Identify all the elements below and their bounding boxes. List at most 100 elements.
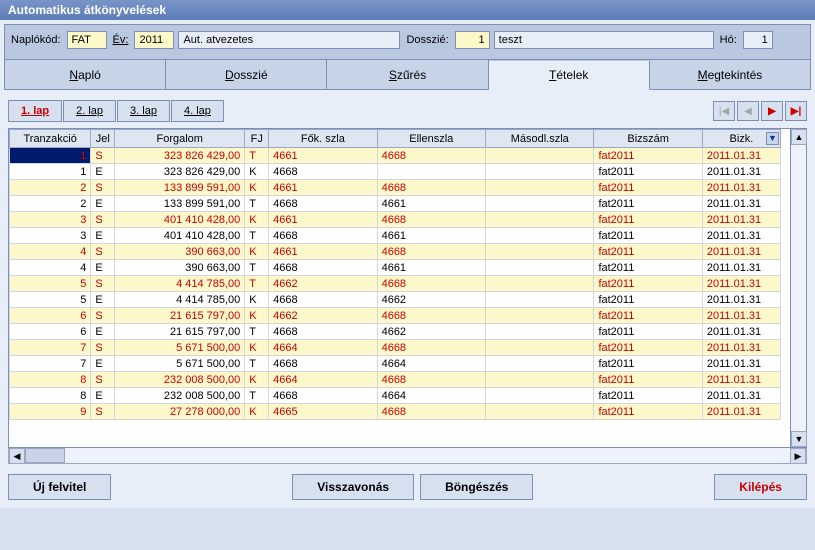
cell[interactable]: 2011.01.31	[702, 324, 780, 340]
scroll-up-button[interactable]: ▲	[791, 129, 807, 145]
col-header-3[interactable]: FJ	[245, 130, 269, 148]
col-header-2[interactable]: Forgalom	[115, 130, 245, 148]
cell[interactable]: 6	[10, 308, 91, 324]
table-row[interactable]: 2S133 899 591,00K46614668fat20112011.01.…	[10, 180, 781, 196]
cell[interactable]: 6	[10, 324, 91, 340]
cell[interactable]: 4661	[269, 180, 377, 196]
cell[interactable]	[486, 260, 594, 276]
tab-szűrés[interactable]: Szűrés	[327, 60, 488, 89]
col-header-8[interactable]: Bizk.▼	[702, 130, 780, 148]
cell[interactable]: 2011.01.31	[702, 388, 780, 404]
cell[interactable]: fat2011	[594, 308, 702, 324]
cell[interactable]: 4668	[269, 292, 377, 308]
cell[interactable]: 2011.01.31	[702, 196, 780, 212]
cell[interactable]: 4661	[377, 228, 485, 244]
cell[interactable]: fat2011	[594, 340, 702, 356]
cell[interactable]: S	[91, 308, 115, 324]
table-row[interactable]: 1S323 826 429,00T46614668fat20112011.01.…	[10, 148, 781, 164]
cell[interactable]	[486, 212, 594, 228]
cell[interactable]: fat2011	[594, 276, 702, 292]
cell[interactable]: 4661	[269, 244, 377, 260]
col-header-7[interactable]: Bizszám	[594, 130, 702, 148]
cell[interactable]: fat2011	[594, 228, 702, 244]
cell[interactable]: 133 899 591,00	[115, 196, 245, 212]
cell[interactable]: 3	[10, 228, 91, 244]
cell[interactable]: 4664	[269, 372, 377, 388]
hscroll-thumb[interactable]	[25, 448, 65, 463]
cell[interactable]: 4661	[269, 212, 377, 228]
cell[interactable]: fat2011	[594, 404, 702, 420]
cell[interactable]: 4664	[377, 356, 485, 372]
filter-drop-icon[interactable]: ▼	[766, 132, 779, 145]
cell[interactable]: S	[91, 212, 115, 228]
cell[interactable]: 323 826 429,00	[115, 148, 245, 164]
tab-tételek[interactable]: Tételek	[489, 61, 650, 90]
cell[interactable]: 4 414 785,00	[115, 292, 245, 308]
table-row[interactable]: 4E390 663,00T46684661fat20112011.01.31	[10, 260, 781, 276]
cell[interactable]: 2011.01.31	[702, 404, 780, 420]
cell[interactable]	[377, 164, 485, 180]
cell[interactable]	[486, 196, 594, 212]
cell[interactable]: fat2011	[594, 372, 702, 388]
cell[interactable]: fat2011	[594, 244, 702, 260]
cell[interactable]	[486, 404, 594, 420]
cell[interactable]: 7	[10, 340, 91, 356]
cell[interactable]: 21 615 797,00	[115, 324, 245, 340]
cell[interactable]: 4662	[377, 324, 485, 340]
cell[interactable]: E	[91, 292, 115, 308]
table-row[interactable]: 3S401 410 428,00K46614668fat20112011.01.…	[10, 212, 781, 228]
cell[interactable]: 2011.01.31	[702, 164, 780, 180]
data-grid[interactable]: TranzakcióJelForgalomFJFők. szlaEllenszl…	[9, 129, 781, 420]
nav-last-button[interactable]: ▶|	[785, 101, 807, 121]
horizontal-scrollbar[interactable]: ◀ ▶	[8, 448, 807, 464]
cell[interactable]: 4662	[269, 308, 377, 324]
cell[interactable]	[486, 308, 594, 324]
cell[interactable]: 401 410 428,00	[115, 228, 245, 244]
hscroll-track[interactable]	[25, 448, 790, 463]
tab-megtekintés[interactable]: Megtekintés	[650, 60, 810, 89]
cell[interactable]: E	[91, 324, 115, 340]
tab-napló[interactable]: Napló	[5, 60, 166, 89]
subtab-1[interactable]: 1. lap	[8, 100, 62, 122]
cell[interactable]: E	[91, 356, 115, 372]
cell[interactable]: 4668	[377, 148, 485, 164]
cell[interactable]: fat2011	[594, 180, 702, 196]
cell[interactable]: K	[245, 292, 269, 308]
bongeszes-button[interactable]: Böngészés	[420, 474, 533, 500]
cell[interactable]: 1	[10, 164, 91, 180]
cell[interactable]: 5	[10, 276, 91, 292]
cell[interactable]: E	[91, 388, 115, 404]
cell[interactable]: K	[245, 372, 269, 388]
table-row[interactable]: 2E133 899 591,00T46684661fat20112011.01.…	[10, 196, 781, 212]
cell[interactable]: 4661	[377, 196, 485, 212]
cell[interactable]: 4661	[377, 260, 485, 276]
subtab-2[interactable]: 2. lap	[63, 100, 116, 122]
table-row[interactable]: 7E5 671 500,00T46684664fat20112011.01.31	[10, 356, 781, 372]
cell[interactable]: 4664	[269, 340, 377, 356]
cell[interactable]	[486, 148, 594, 164]
cell[interactable]: 2011.01.31	[702, 340, 780, 356]
cell[interactable]: 2	[10, 180, 91, 196]
nav-first-button[interactable]: |◀	[713, 101, 735, 121]
cell[interactable]: E	[91, 196, 115, 212]
table-row[interactable]: 9S27 278 000,00K46654668fat20112011.01.3…	[10, 404, 781, 420]
cell[interactable]: 2011.01.31	[702, 372, 780, 388]
cell[interactable]: S	[91, 340, 115, 356]
cell[interactable]: 4668	[269, 324, 377, 340]
cell[interactable]: 323 826 429,00	[115, 164, 245, 180]
cell[interactable]: S	[91, 372, 115, 388]
cell[interactable]: E	[91, 228, 115, 244]
cell[interactable]: 4668	[269, 164, 377, 180]
cell[interactable]: 4668	[269, 228, 377, 244]
cell[interactable]: K	[245, 340, 269, 356]
cell[interactable]: 4668	[269, 388, 377, 404]
col-header-6[interactable]: Másodl.szla	[486, 130, 594, 148]
cell[interactable]: fat2011	[594, 324, 702, 340]
cell[interactable]: 21 615 797,00	[115, 308, 245, 324]
cell[interactable]: 4668	[377, 212, 485, 228]
cell[interactable]: 9	[10, 404, 91, 420]
cell[interactable]: 5 671 500,00	[115, 356, 245, 372]
cell[interactable]: 2011.01.31	[702, 180, 780, 196]
table-row[interactable]: 3E401 410 428,00T46684661fat20112011.01.…	[10, 228, 781, 244]
cell[interactable]: 4	[10, 260, 91, 276]
